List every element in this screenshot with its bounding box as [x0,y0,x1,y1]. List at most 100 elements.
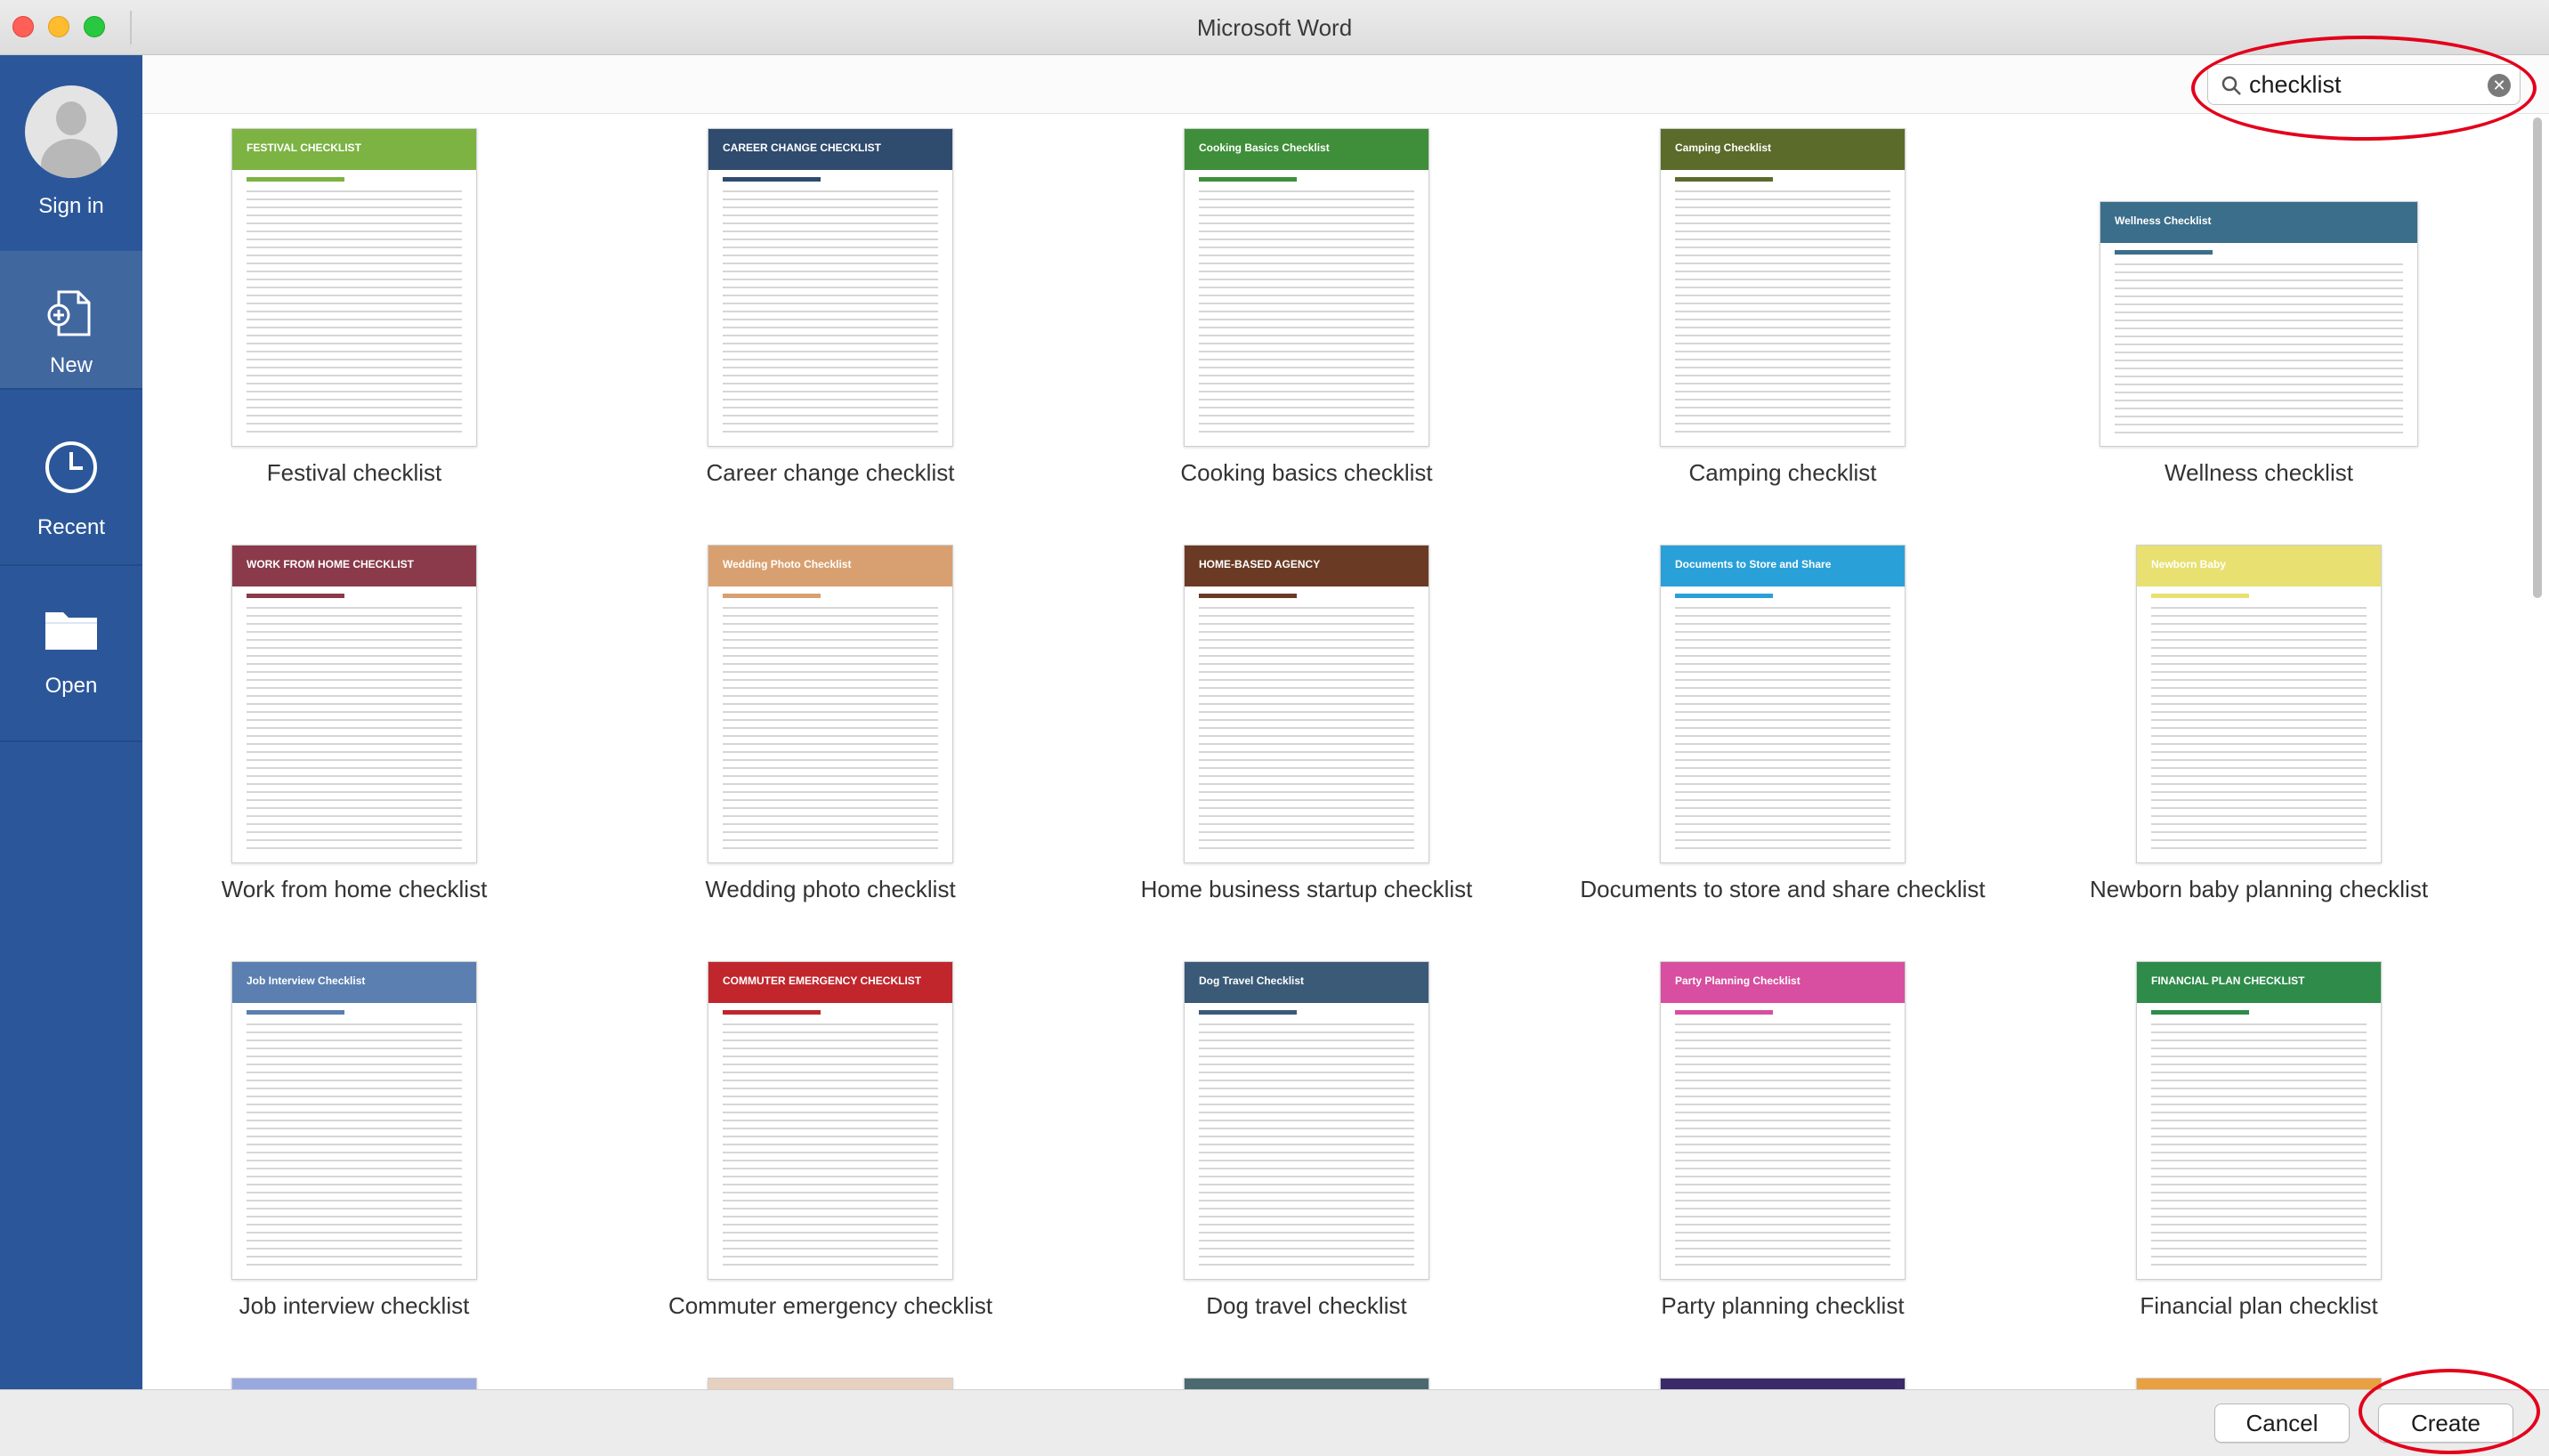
template-card[interactable]: Newborn Baby Newborn baby planning checkl… [2050,545,2468,936]
template-text-lines [1199,184,1414,433]
template-card[interactable]: FINANCIAL PLAN CHECKLIST Financial plan c… [2050,961,2468,1353]
template-card[interactable]: Cooking Basics Checklist Cooking basics c… [1097,128,1516,520]
template-banner-text: Wellness Checklist [2115,214,2212,227]
sidebar-item-label: Recent [36,515,106,539]
template-banner: Wellness Checklist [2100,202,2417,243]
sidebar-item-new[interactable]: New [0,251,142,388]
template-banner-text: Party Planning Checklist [1675,975,1800,987]
template-text-lines [1199,601,1414,850]
template-card[interactable]: HOME-BASED AGENCY Home business startup c… [1097,545,1516,936]
template-thumbnail[interactable]: Newborn Baby [2136,545,2382,863]
template-thumbnail[interactable]: HOME-BASED AGENCY [1184,545,1429,863]
template-text-lines [1675,184,1890,433]
template-banner [2137,1379,2381,1389]
template-card[interactable]: Documents to Store and Share Documents to… [1574,545,1992,936]
template-accent-bar [723,177,821,182]
clock-icon [45,441,97,493]
template-card[interactable]: Party Planning Checklist Party planning c… [1574,961,1992,1353]
template-text-lines [1675,1017,1890,1266]
template-thumbnail[interactable]: FINANCIAL PLAN CHECKLIST [2136,961,2382,1280]
template-accent-bar [247,594,344,598]
template-thumbnail[interactable]: Wellness Checklist [2100,201,2418,447]
template-accent-bar [2151,1010,2249,1015]
template-card[interactable]: COMMUTER EMERGENCY CHECKLIST Commuter eme… [621,961,1040,1353]
template-label: Wedding photo checklist [705,876,956,902]
template-accent-bar [1675,594,1773,598]
template-card[interactable]: Camping Checklist Camping checklist [1574,128,1992,520]
word-template-gallery-window: Microsoft Word Sign in New Recent Open c… [0,0,2549,1456]
sidebar-item-label: Open [45,674,98,698]
user-avatar-icon [25,85,117,178]
template-thumbnail-partial[interactable] [1660,1378,1906,1389]
template-text-lines [247,184,462,433]
template-card[interactable]: FESTIVAL CHECKLIST Festival checklist [145,128,563,520]
template-label: Festival checklist [266,459,442,486]
template-banner-text: Dog Travel Checklist [1199,975,1305,987]
template-banner-text: Newborn Baby [2151,558,2227,570]
template-label: Cooking basics checklist [1180,459,1433,486]
template-thumbnail-partial[interactable] [708,1378,953,1389]
template-card[interactable]: Wedding Photo Checklist Wedding photo che… [621,545,1040,936]
template-label: Work from home checklist [221,876,488,902]
template-thumbnail-partial[interactable] [1184,1378,1429,1389]
template-banner-text: FINANCIAL PLAN CHECKLIST [2151,975,2305,987]
template-thumbnail[interactable]: Job Interview Checklist [231,961,477,1280]
template-banner-text: Wedding Photo Checklist [723,558,852,570]
template-thumbnail[interactable]: Cooking Basics Checklist [1184,128,1429,447]
scroll-thumb[interactable] [2533,117,2542,598]
template-text-lines [2151,1017,2367,1266]
template-card[interactable]: WORK FROM HOME CHECKLIST Work from home c… [145,545,563,936]
template-banner: FESTIVAL CHECKLIST [232,129,476,170]
template-thumbnail[interactable]: FESTIVAL CHECKLIST [231,128,477,447]
template-thumbnail-partial[interactable] [231,1378,477,1389]
template-thumbnail[interactable]: Wedding Photo Checklist [708,545,953,863]
template-text-lines [2151,601,2367,850]
template-thumbnail[interactable]: Camping Checklist [1660,128,1906,447]
template-banner: Newborn Baby [2137,546,2381,586]
template-search-box[interactable]: ✕ [2207,64,2521,105]
template-accent-bar [1675,177,1773,182]
template-label: Wellness checklist [2165,459,2353,486]
template-accent-bar [1199,594,1297,598]
template-accent-bar [247,1010,344,1015]
template-accent-bar [2151,594,2249,598]
template-card[interactable]: CAREER CHANGE CHECKLIST Career change che… [621,128,1040,520]
vertical-scrollbar[interactable] [2528,114,2545,1389]
template-label: Party planning checklist [1661,1292,1905,1319]
template-banner: CAREER CHANGE CHECKLIST [708,129,952,170]
template-thumbnail[interactable]: WORK FROM HOME CHECKLIST [231,545,477,863]
template-label: Dog travel checklist [1206,1292,1407,1319]
template-banner: WORK FROM HOME CHECKLIST [232,546,476,586]
template-thumbnail[interactable]: Documents to Store and Share [1660,545,1906,863]
template-thumbnail[interactable]: CAREER CHANGE CHECKLIST [708,128,953,447]
template-banner [1185,1379,1428,1389]
sidebar-divider [0,564,142,566]
template-thumbnail-partial[interactable] [2136,1378,2382,1389]
clear-search-icon[interactable]: ✕ [2488,74,2511,97]
template-thumbnail[interactable]: COMMUTER EMERGENCY CHECKLIST [708,961,953,1280]
template-card[interactable]: Job Interview Checklist Job interview che… [145,961,563,1353]
template-thumbnail[interactable]: Dog Travel Checklist [1184,961,1429,1280]
template-accent-bar [723,594,821,598]
cancel-button[interactable]: Cancel [2214,1403,2350,1443]
template-banner-text: CAREER CHANGE CHECKLIST [723,142,882,154]
template-label: Camping checklist [1688,459,1877,486]
template-text-lines [1675,601,1890,850]
sidebar-item-open[interactable]: Open [0,589,142,723]
template-text-lines [247,1017,462,1266]
template-banner-text: Documents to Store and Share [1675,558,1832,570]
template-banner: Job Interview Checklist [232,962,476,1003]
template-banner: HOME-BASED AGENCY [1185,546,1428,586]
template-card[interactable]: Wellness Checklist Wellness checklist [2050,128,2468,520]
search-input[interactable] [2249,69,2473,101]
sidebar-item-sign-in[interactable]: Sign in [0,85,142,218]
folder-icon [45,612,97,650]
template-label: Career change checklist [706,459,955,486]
template-thumbnail[interactable]: Party Planning Checklist [1660,961,1906,1280]
template-label: Home business startup checklist [1140,876,1473,902]
sidebar-item-recent[interactable]: Recent [0,422,142,546]
template-label: Newborn baby planning checklist [2089,876,2429,902]
create-button[interactable]: Create [2378,1403,2513,1443]
dialog-footer [0,1389,2549,1456]
template-card[interactable]: Dog Travel Checklist Dog travel checklist [1097,961,1516,1353]
